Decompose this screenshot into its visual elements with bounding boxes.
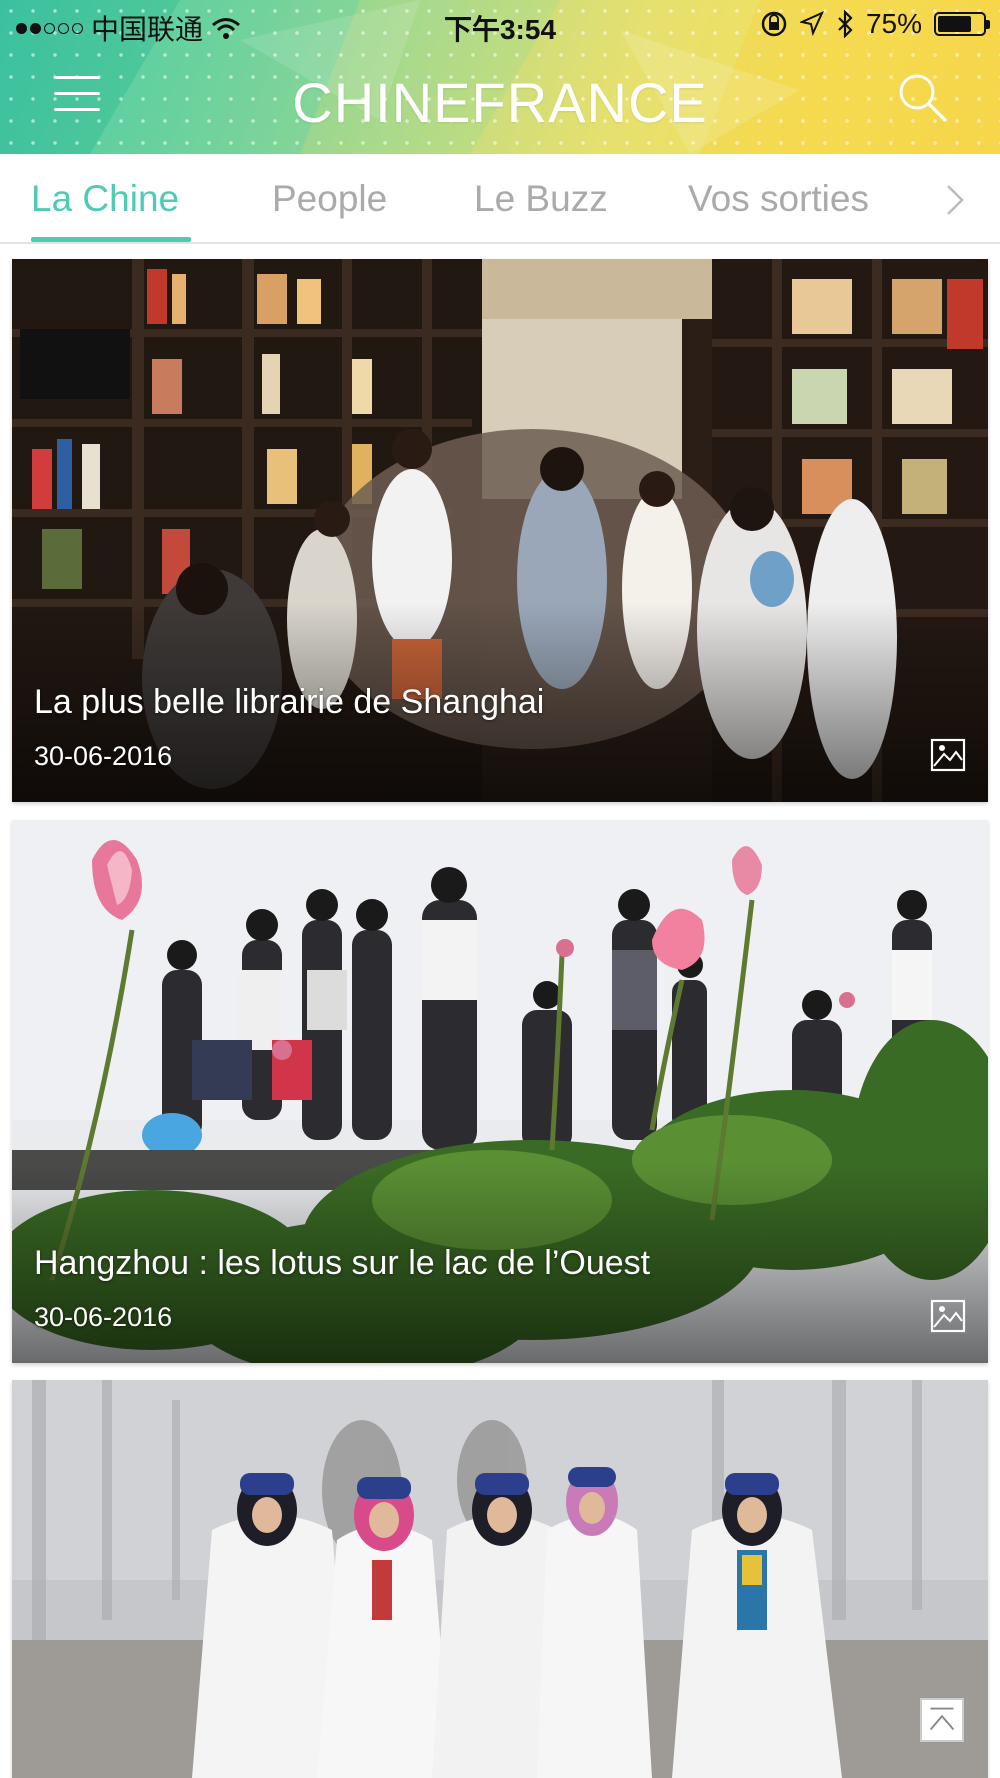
search-icon[interactable]	[895, 70, 951, 126]
app-logo: CHINEFRANCE	[292, 71, 708, 134]
app-header: 中国联通 下午3:54 75% CHINEFRANCE	[0, 0, 1000, 154]
bluetooth-icon	[838, 10, 853, 38]
article-card[interactable]: Hangzhou : les lotus sur le lac de l’Oue…	[12, 820, 988, 1363]
location-icon	[799, 11, 824, 37]
scroll-to-top-button[interactable]	[920, 1698, 964, 1742]
battery-level	[938, 16, 971, 32]
battery-percent: 75%	[865, 8, 922, 39]
gallery-icon	[930, 1299, 966, 1333]
gallery-icon	[930, 738, 966, 772]
battery-icon	[934, 12, 990, 36]
article-card[interactable]	[12, 1380, 988, 1778]
article-card[interactable]: La plus belle librairie de Shanghai 30-0…	[12, 259, 988, 802]
article-date: 30-06-2016	[34, 741, 173, 771]
chevron-right-icon[interactable]	[940, 182, 970, 218]
article-date: 30-06-2016	[34, 1302, 173, 1332]
tab-le-buzz[interactable]: Le Buzz	[474, 178, 608, 220]
orientation-lock-icon	[761, 11, 787, 37]
article-title: La plus belle librairie de Shanghai	[34, 683, 545, 721]
article-photo	[12, 1380, 988, 1778]
article-title: Hangzhou : les lotus sur le lac de l’Oue…	[34, 1244, 651, 1282]
tab-la-chine[interactable]: La Chine	[31, 178, 179, 220]
tab-vos-sorties[interactable]: Vos sorties	[688, 178, 869, 220]
status-bar: 中国联通 下午3:54 75%	[0, 0, 1000, 50]
tab-people[interactable]: People	[272, 178, 387, 220]
active-tab-indicator	[31, 237, 191, 242]
category-tabs: La Chine People Le Buzz Vos sorties	[0, 154, 1000, 244]
